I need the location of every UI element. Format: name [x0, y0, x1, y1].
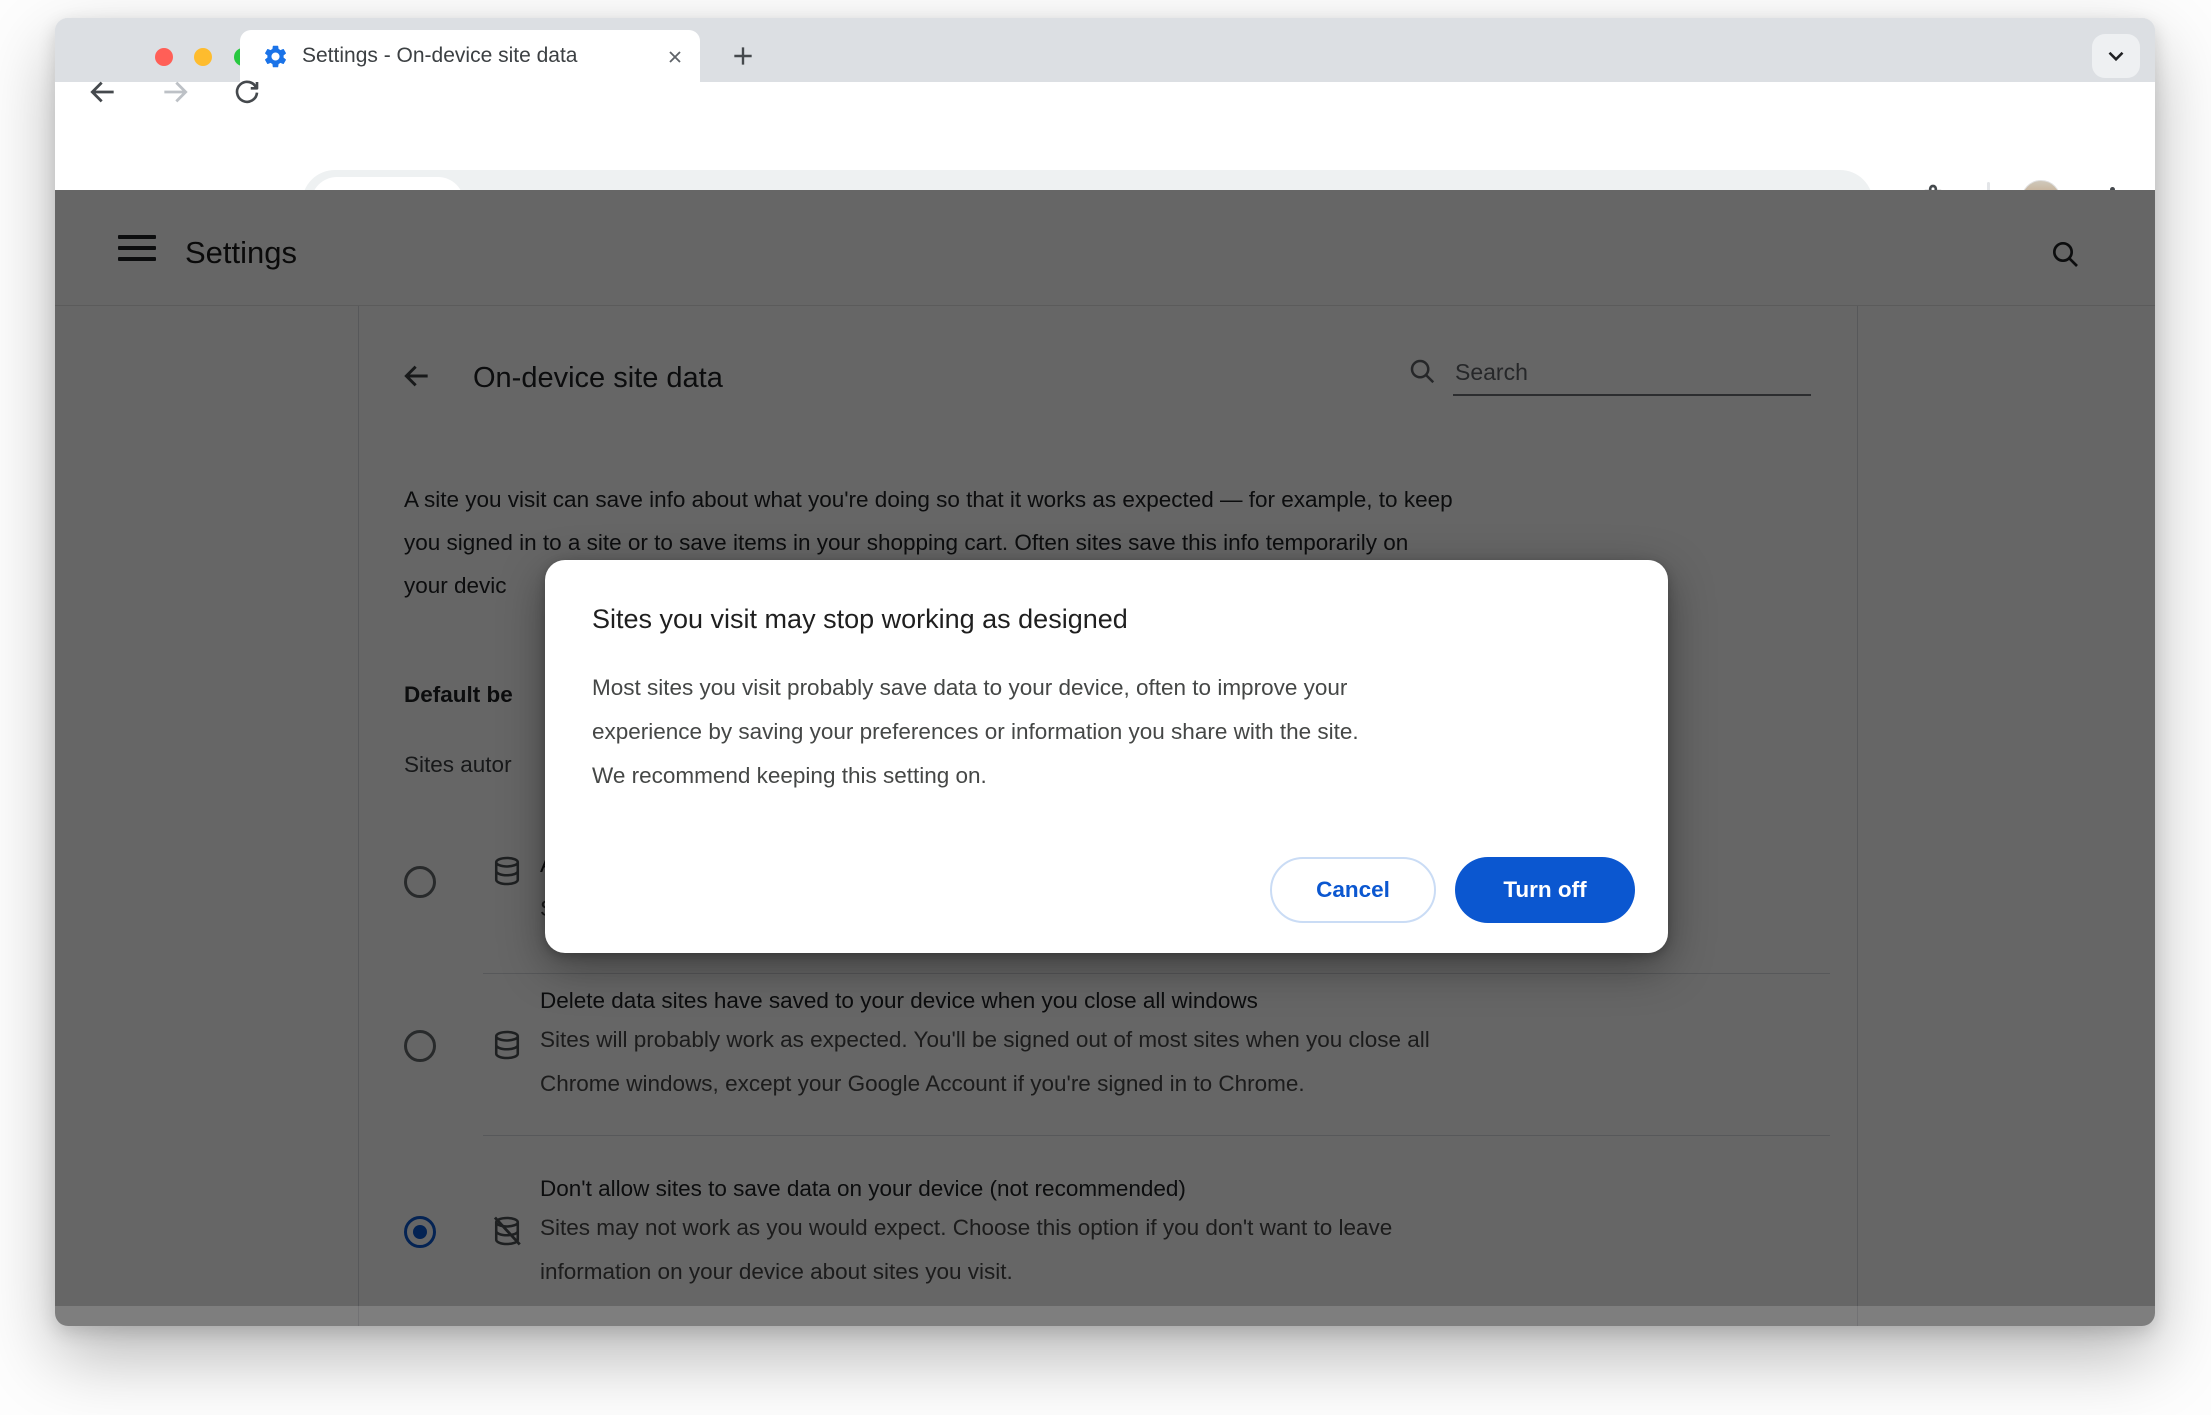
new-tab-button[interactable] — [723, 36, 763, 76]
turn-off-button[interactable]: Turn off — [1455, 857, 1635, 923]
tab-strip: Settings - On-device site data — [55, 18, 2155, 82]
dialog-actions: Cancel Turn off — [1270, 857, 1635, 923]
browser-toolbar: Chrome chrome://settings/content/siteDat… — [55, 80, 2155, 236]
window-minimize-button[interactable] — [194, 48, 212, 66]
settings-page: Settings On-device site data Search A si… — [55, 190, 2155, 1326]
chevron-down-icon — [2108, 51, 2124, 62]
cancel-button[interactable]: Cancel — [1270, 857, 1436, 923]
dialog-body: Most sites you visit probably save data … — [592, 675, 1359, 788]
window-close-button[interactable] — [155, 48, 173, 66]
browser-window: Settings - On-device site data Sites you… — [55, 18, 2155, 1326]
tab-settings[interactable]: Settings - On-device site data — [240, 30, 700, 82]
forward-arrow-icon[interactable] — [151, 68, 199, 116]
tab-title: Settings - On-device site data — [302, 44, 578, 67]
back-arrow-icon[interactable] — [79, 68, 127, 116]
confirm-dialog: Sites you visit may stop working as desi… — [545, 560, 1668, 953]
tab-search-button[interactable] — [2092, 34, 2140, 78]
dialog-title: Sites you visit may stop working as desi… — [592, 604, 1128, 634]
tab-close-icon[interactable] — [662, 44, 688, 70]
gear-icon — [262, 43, 289, 70]
reload-icon[interactable] — [223, 68, 271, 116]
